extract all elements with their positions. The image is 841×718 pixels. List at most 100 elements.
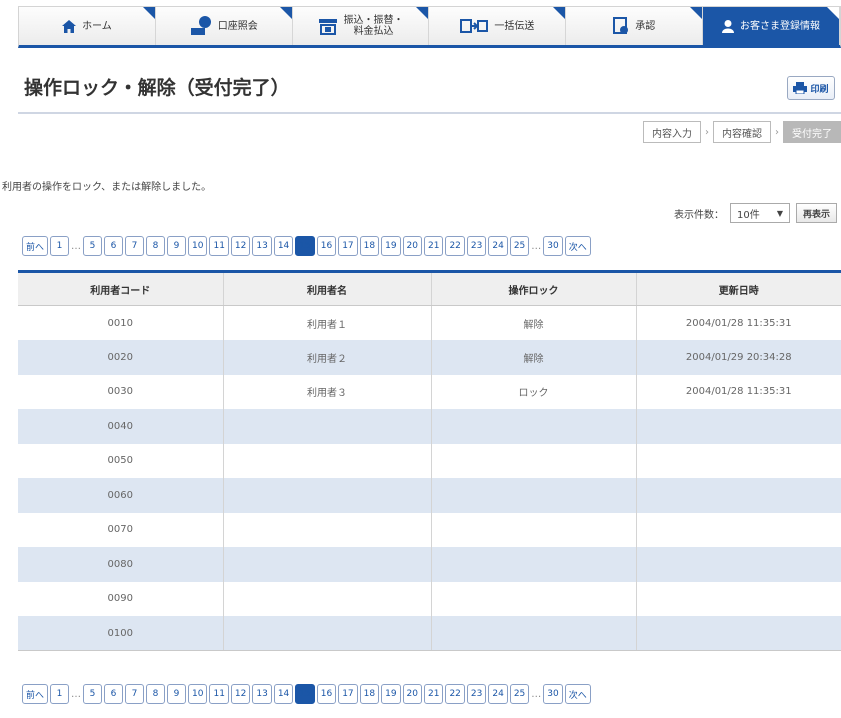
pager-bottom-page-8[interactable]: 8 <box>146 684 166 704</box>
pager-bottom-page-19[interactable]: 19 <box>381 684 401 704</box>
pager-top-page-10[interactable]: 10 <box>188 236 208 256</box>
cell-user-code: 0010 <box>18 305 224 340</box>
pager-bottom-page-6[interactable]: 6 <box>104 684 124 704</box>
step-input: 内容入力 <box>643 121 701 143</box>
pager-top-page-22[interactable]: 22 <box>445 236 465 256</box>
cell-updated-at <box>636 547 841 582</box>
pager-top-page-11[interactable]: 11 <box>209 236 229 256</box>
cell-user-code: 0100 <box>18 616 224 651</box>
pager-top-page-14[interactable]: 14 <box>273 236 294 256</box>
step-confirm: 内容確認 <box>713 121 771 143</box>
pager-bottom: 前へ 1… 5 6 7 8 9 10 11 12 13 14 15 16 17 18 19 20 21 22 23 24 2… <box>22 684 591 704</box>
pager-top-page-30[interactable]: 30 <box>543 236 563 256</box>
cell-updated-at: 2004/01/29 20:34:28 <box>636 340 841 375</box>
pager-bottom-page-15[interactable]: 15 <box>295 684 315 704</box>
pager-ellipsis: … <box>71 688 82 700</box>
pager-bottom-page-9[interactable]: 9 <box>167 684 187 704</box>
pager-top-page-21[interactable]: 21 <box>424 236 444 256</box>
display-count-select[interactable]: 10件 ▼ <box>729 203 790 223</box>
pager-bottom-page-25[interactable]: 25 <box>509 684 530 704</box>
pager-ellipsis: … <box>531 688 542 700</box>
pager-top-page-1[interactable]: 1 <box>50 236 70 256</box>
pager-bottom-page-12[interactable]: 12 <box>230 684 251 704</box>
pager-top-page-6[interactable]: 6 <box>104 236 124 256</box>
pager-bottom-page-18[interactable]: 18 <box>359 684 380 704</box>
pager-top-page-24[interactable]: 24 <box>488 236 508 256</box>
pager-top-page-8[interactable]: 8 <box>146 236 166 256</box>
nav-account[interactable]: 口座照会 <box>155 7 293 45</box>
cell-lock <box>431 581 637 616</box>
table-row: 0090 <box>18 581 841 617</box>
home-icon <box>62 19 77 33</box>
cell-updated-at <box>636 582 841 617</box>
header-user-name: 利用者名 <box>223 270 432 306</box>
pager-bottom-page-24[interactable]: 24 <box>488 684 508 704</box>
user-lock-table: 利用者コード 利用者名 操作ロック 更新日時 0010 利用者１ 解除 2004/01… <box>18 270 841 651</box>
table-header-row: 利用者コード 利用者名 操作ロック 更新日時 <box>18 270 841 306</box>
cell-lock: ロック <box>431 374 637 409</box>
pager-top-page-18[interactable]: 18 <box>359 236 380 256</box>
display-count-value: 10件 <box>736 209 760 221</box>
pager-bottom-page-7[interactable]: 7 <box>125 684 145 704</box>
table-row: 0010 利用者１ 解除 2004/01/28 11:35:31 <box>18 305 841 340</box>
pager-bottom-page-16[interactable]: 16 <box>316 684 337 704</box>
nav-approval[interactable]: 承認 <box>566 7 704 45</box>
pager-bottom-page-23[interactable]: 23 <box>466 684 487 704</box>
pager-ellipsis: … <box>531 240 542 252</box>
nav-home[interactable]: ホーム <box>19 7 156 45</box>
table-row: 0060 <box>18 478 841 513</box>
transfer-icon <box>318 19 337 35</box>
pager-top-page-13[interactable]: 13 <box>252 236 272 256</box>
nav-transfer[interactable]: 振込・振替・ 料金払込 <box>292 7 430 45</box>
pager-bottom-next-button[interactable]: 次へ <box>564 684 591 704</box>
cell-user-code: 0060 <box>18 478 224 513</box>
pager-bottom-prev-button[interactable]: 前へ <box>22 684 49 704</box>
pager-bottom-page-20[interactable]: 20 <box>402 684 422 704</box>
pager-bottom-page-21[interactable]: 21 <box>424 684 444 704</box>
cell-lock <box>431 409 637 444</box>
pager-top-page-12[interactable]: 12 <box>230 236 251 256</box>
cell-user-code: 0020 <box>18 340 224 375</box>
cell-user-name: 利用者２ <box>223 340 432 375</box>
pager-top-page-7[interactable]: 7 <box>125 236 145 256</box>
nav-corner-mark <box>279 7 292 19</box>
pager-bottom-page-5[interactable]: 5 <box>83 684 103 704</box>
pager-bottom-page-13[interactable]: 13 <box>252 684 272 704</box>
pager-bottom-page-11[interactable]: 11 <box>209 684 229 704</box>
nav-corner-mark <box>553 7 566 19</box>
cell-lock <box>431 478 637 513</box>
pager-top-page-20[interactable]: 20 <box>402 236 422 256</box>
cell-lock: 解除 <box>431 305 637 340</box>
pager-top-page-15[interactable]: 15 <box>295 236 315 256</box>
header-lock: 操作ロック <box>431 270 637 306</box>
pager-bottom-page-14[interactable]: 14 <box>273 684 294 704</box>
pager-top-next-button[interactable]: 次へ <box>564 236 591 256</box>
nav-corner-mark <box>690 7 703 19</box>
nav-corner-mark <box>142 7 155 19</box>
nav-user-info[interactable]: お客さま登録情報 <box>703 7 840 45</box>
cell-updated-at: 2004/01/28 11:35:31 <box>685 386 792 398</box>
pager-top-page-19[interactable]: 19 <box>381 236 401 256</box>
pager-bottom-page-22[interactable]: 22 <box>445 684 465 704</box>
pager-bottom-page-1[interactable]: 1 <box>50 684 70 704</box>
print-button[interactable]: 印刷 <box>787 76 835 100</box>
pager-top-page-16[interactable]: 16 <box>316 236 337 256</box>
redisplay-button[interactable]: 再表示 <box>795 203 837 223</box>
cell-user-name: 利用者３ <box>223 374 432 409</box>
pager-top-page-23[interactable]: 23 <box>466 236 487 256</box>
header-updated-at: 更新日時 <box>636 270 841 306</box>
pager-top: 前へ 1 … 5 6 7 8 9 10 11 12 13 14 15 16 17 18 19 20 21 22 23 24 2… <box>22 236 591 256</box>
pager-bottom-page-30[interactable]: 30 <box>543 684 563 704</box>
dropdown-arrow-icon: ▼ <box>776 208 783 218</box>
cell-user-code: 0070 <box>18 512 224 547</box>
pager-bottom-page-17[interactable]: 17 <box>338 684 358 704</box>
pager-bottom-page-10[interactable]: 10 <box>188 684 208 704</box>
pager-top-page-9[interactable]: 9 <box>167 236 187 256</box>
pager-top-prev-button[interactable]: 前へ <box>22 236 49 256</box>
pager-top-page-17[interactable]: 17 <box>338 236 358 256</box>
nav-bulk[interactable]: 一括伝送 <box>429 7 567 45</box>
table-row: 0080 <box>18 547 841 582</box>
pager-top-page-5[interactable]: 5 <box>83 236 103 256</box>
pager-top-page-25[interactable]: 25 <box>509 236 530 256</box>
cell-user-name: 利用者１ <box>223 305 432 340</box>
